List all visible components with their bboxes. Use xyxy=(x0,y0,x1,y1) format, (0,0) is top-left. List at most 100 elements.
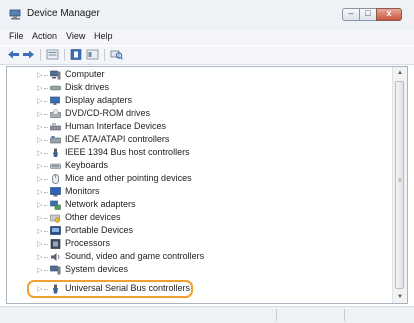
tree-item-label: Disk drives xyxy=(65,82,110,92)
computer-icon xyxy=(50,70,61,80)
hid-icon xyxy=(50,123,61,131)
tree-item-disk-drives[interactable]: ▷ Disk drives xyxy=(7,82,393,95)
tree-connector xyxy=(44,205,48,206)
expand-arrow-icon[interactable]: ▷ xyxy=(37,188,42,196)
disk-drive-icon xyxy=(50,85,61,91)
menu-help[interactable]: Help xyxy=(94,31,113,41)
tree-item-label: Portable Devices xyxy=(65,225,134,235)
other-devices-icon xyxy=(50,214,61,223)
back-icon[interactable] xyxy=(7,49,20,60)
expand-arrow-icon[interactable]: ▷ xyxy=(37,227,42,235)
system-device-icon xyxy=(50,265,61,275)
tree-item-label: Other devices xyxy=(65,212,121,222)
properties-icon[interactable] xyxy=(46,49,59,60)
tree-item-label: Human Interface Devices xyxy=(65,121,167,131)
tree-connector xyxy=(44,257,48,258)
tree-item-label: System devices xyxy=(65,264,129,274)
mouse-icon xyxy=(52,174,59,184)
tree-item-processors[interactable]: ▷ Processors xyxy=(7,238,393,251)
tree-item-ide-ata-atapi-controllers[interactable]: ▷ IDE ATA/ATAPI controllers xyxy=(7,134,393,147)
close-button[interactable]: x xyxy=(376,8,402,21)
tree-item-network-adapters[interactable]: ▷ Network adapters xyxy=(7,199,393,212)
tree-item-human-interface-devices[interactable]: ▷ Human Interface Devices xyxy=(7,121,393,134)
expand-arrow-icon[interactable]: ▷ xyxy=(37,175,42,183)
scan-icon[interactable] xyxy=(110,49,123,60)
close-icon: x xyxy=(386,8,392,18)
status-divider xyxy=(276,309,277,321)
scroll-up-icon[interactable]: ▲ xyxy=(393,67,407,79)
tree-item-label: Network adapters xyxy=(65,199,136,209)
menu-file[interactable]: File xyxy=(9,31,24,41)
maximize-button[interactable]: □ xyxy=(359,8,376,21)
tree-item-ieee-1394-bus-host-controllers[interactable]: ▷ IEEE 1394 Bus host controllers xyxy=(7,147,393,160)
title-bar[interactable]: Device Manager – □ x xyxy=(0,0,414,30)
tree-connector xyxy=(44,101,48,102)
status-divider xyxy=(344,309,345,321)
tree-connector xyxy=(44,179,48,180)
tree-connector xyxy=(44,244,48,245)
expand-arrow-icon[interactable]: ▷ xyxy=(37,97,42,105)
network-adapter-icon xyxy=(50,200,61,210)
tree-connector xyxy=(44,231,48,232)
tree-item-dvd-cd-rom-drives[interactable]: ▷ DVD/CD-ROM drives xyxy=(7,108,393,121)
expand-arrow-icon[interactable]: ▷ xyxy=(37,240,42,248)
tree-connector xyxy=(44,114,48,115)
tree-connector xyxy=(44,192,48,193)
expand-arrow-icon[interactable]: ▷ xyxy=(37,214,42,222)
processor-icon xyxy=(50,239,61,249)
device-tree-panel[interactable]: ▷ Computer ▷ Disk drives ▷ Display adapt… xyxy=(6,66,408,304)
forward-icon[interactable] xyxy=(22,49,35,60)
toolbar xyxy=(0,46,414,65)
expand-arrow-icon[interactable]: ▷ xyxy=(37,123,42,131)
tree-connector xyxy=(44,75,48,76)
tree-item-keyboards[interactable]: ▷ Keyboards xyxy=(7,160,393,173)
monitor-icon xyxy=(50,187,61,197)
menu-view[interactable]: View xyxy=(66,31,85,41)
tree-connector xyxy=(44,270,48,271)
tree-connector xyxy=(44,153,48,154)
expand-arrow-icon[interactable]: ▷ xyxy=(37,162,42,170)
menu-action[interactable]: Action xyxy=(32,31,57,41)
expand-arrow-icon[interactable]: ▷ xyxy=(37,253,42,261)
minimize-icon: – xyxy=(348,8,354,18)
toolbar-separator xyxy=(64,49,65,61)
expand-arrow-icon[interactable]: ▷ xyxy=(37,201,42,209)
tree-item-sound-video-and-game-controllers[interactable]: ▷ Sound, video and game controllers xyxy=(7,251,393,264)
tree-item-portable-devices[interactable]: ▷ Portable Devices xyxy=(7,225,393,238)
minimize-button[interactable]: – xyxy=(342,8,359,21)
tree-connector xyxy=(44,140,48,141)
tree-item-other-devices[interactable]: ▷ Other devices xyxy=(7,212,393,225)
expand-arrow-icon[interactable]: ▷ xyxy=(37,71,42,79)
ieee1394-icon xyxy=(53,148,58,157)
tree-item-mice-and-other-pointing-devices[interactable]: ▷ Mice and other pointing devices xyxy=(7,173,393,186)
tree-item-monitors[interactable]: ▷ Monitors xyxy=(7,186,393,199)
sound-icon xyxy=(51,253,60,261)
help-icon[interactable] xyxy=(70,49,83,60)
keyboard-icon xyxy=(50,163,61,169)
tree-item-label: Display adapters xyxy=(65,95,133,105)
tree-item-label: Processors xyxy=(65,238,111,248)
expand-arrow-icon[interactable]: ▷ xyxy=(37,84,42,92)
scroll-down-icon[interactable]: ▼ xyxy=(393,291,407,303)
window-title: Device Manager xyxy=(27,8,100,19)
device-manager-icon xyxy=(9,9,21,20)
toolbar-separator xyxy=(104,49,105,61)
dvd-drive-icon xyxy=(50,109,61,118)
tree-item-display-adapters[interactable]: ▷ Display adapters xyxy=(7,95,393,108)
expand-arrow-icon[interactable]: ▷ xyxy=(37,136,42,144)
vertical-scrollbar[interactable]: ▲ ≡ ▼ xyxy=(392,67,407,303)
tree-item-system-devices[interactable]: ▷ System devices xyxy=(7,264,393,277)
tree-item-label: Monitors xyxy=(65,186,100,196)
tree-item-label: IEEE 1394 Bus host controllers xyxy=(65,147,190,157)
tree-connector xyxy=(44,166,48,167)
expand-arrow-icon[interactable]: ▷ xyxy=(37,110,42,118)
view-icon[interactable] xyxy=(86,49,99,60)
portable-device-icon xyxy=(50,226,61,235)
scrollbar-thumb[interactable]: ≡ xyxy=(395,81,404,289)
expand-arrow-icon[interactable]: ▷ xyxy=(37,149,42,157)
tree-item-computer[interactable]: ▷ Computer xyxy=(7,69,393,82)
tree-item-label: Keyboards xyxy=(65,160,109,170)
scrollbar-grip-icon: ≡ xyxy=(398,178,402,184)
display-adapter-icon xyxy=(50,96,60,105)
expand-arrow-icon[interactable]: ▷ xyxy=(37,266,42,274)
